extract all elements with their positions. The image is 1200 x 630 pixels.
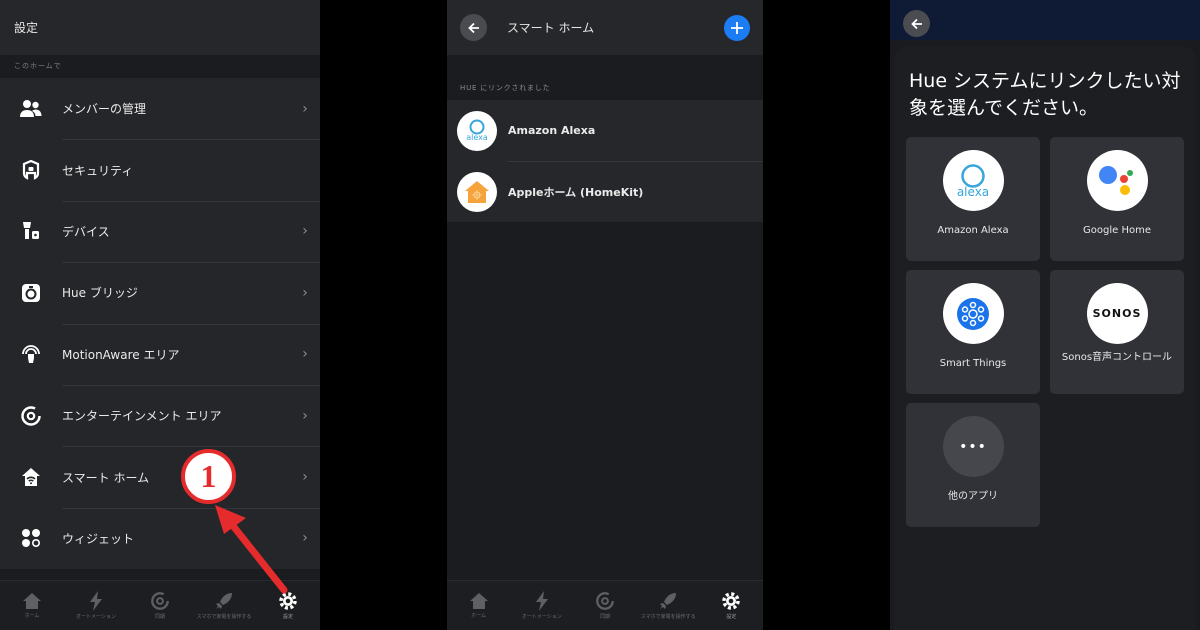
card-google-home[interactable]: Google Home [1050, 137, 1184, 261]
back-button[interactable] [903, 10, 930, 37]
card-label: Amazon Alexa [937, 225, 1009, 236]
card-sonos[interactable]: SONOS Sonos音声コントロール [1050, 270, 1184, 394]
tab-explore[interactable]: スマホで家電を操作する [638, 591, 698, 620]
card-label: 他のアプリ [948, 491, 998, 502]
list-item-label: Appleホーム (HomeKit) [508, 185, 644, 199]
card-other-apps[interactable]: ••• 他のアプリ [906, 403, 1040, 527]
linked-list: alexa Amazon Alexa Appleホーム (HomeKit) [447, 100, 763, 222]
tab-automation[interactable]: オートメーション [512, 591, 572, 620]
alexa-logo: alexa [457, 110, 497, 151]
card-smart-things[interactable]: Smart Things [906, 270, 1040, 394]
sync-icon [596, 592, 614, 610]
google-assistant-logo [1086, 150, 1148, 211]
page-title: スマート ホーム [507, 21, 595, 35]
back-button[interactable] [460, 14, 487, 41]
tab-bar: ホーム オートメーション 同期 スマホで家電を操作する 設定 [447, 580, 763, 630]
card-amazon-alexa[interactable]: alexa Amazon Alexa [906, 137, 1040, 261]
card-label: Smart Things [939, 358, 1007, 369]
add-button[interactable] [724, 14, 750, 41]
card-label: Sonos音声コントロール [1061, 352, 1173, 363]
link-chooser-screen: Hue システムにリンクしたい対象を選んでください。 alexa Amazon … [890, 0, 1200, 630]
home-icon [469, 593, 488, 609]
more-icon: ••• [942, 416, 1004, 477]
smartthings-logo [942, 283, 1004, 344]
page-title: Hue システムにリンクしたい対象を選んでください。 [909, 70, 1181, 119]
card-label: Google Home [1083, 225, 1151, 236]
list-item-label: Amazon Alexa [508, 124, 596, 137]
alexa-logo: alexa [942, 150, 1004, 211]
tab-sync[interactable]: 同期 [575, 591, 635, 620]
step-number-badge: 1 [181, 449, 236, 504]
gear-icon [722, 592, 741, 610]
linked-item-homekit[interactable]: Appleホーム (HomeKit) [447, 161, 763, 222]
homekit-logo [457, 171, 497, 212]
tab-settings[interactable]: 設定 [701, 591, 761, 620]
smart-home-header: スマート ホーム [447, 0, 763, 55]
annotation-arrow [215, 505, 288, 594]
rocket-icon [660, 593, 677, 609]
sonos-logo: SONOS [1086, 283, 1148, 344]
automation-icon [535, 591, 548, 611]
smart-home-screen: スマート ホーム HUE にリンクされました alexa Amazon Alex… [447, 0, 763, 630]
tab-home[interactable]: ホーム [449, 592, 509, 619]
arrow-left-icon [910, 18, 922, 29]
plus-icon [731, 21, 743, 34]
section-label: HUE にリンクされました [460, 84, 551, 92]
linked-item-alexa[interactable]: alexa Amazon Alexa [447, 100, 763, 161]
arrow-left-icon [467, 22, 479, 33]
bottom-sheet: Hue システムにリンクしたい対象を選んでください。 alexa Amazon … [894, 46, 1196, 630]
